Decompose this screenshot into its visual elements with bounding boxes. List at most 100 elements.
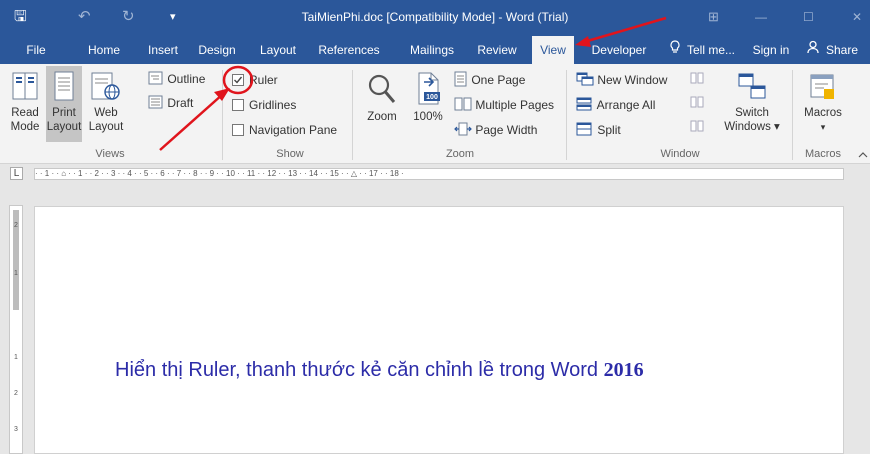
zoom-100-icon-text: 100	[426, 94, 438, 101]
group-label-views: Views	[95, 148, 125, 160]
vertical-ruler-number: 2	[14, 222, 18, 229]
minimize-icon[interactable]: —	[755, 8, 767, 26]
group-label-macros: Macros	[804, 148, 842, 160]
print-layout-label-2: Layout	[46, 121, 82, 133]
undo-icon[interactable]: ↶	[78, 8, 91, 26]
checkmark-icon	[234, 76, 243, 84]
split-icon	[576, 122, 592, 136]
outline-label: Outline	[167, 72, 206, 86]
outline-button[interactable]: Outline	[148, 70, 205, 88]
gridlines-checkbox[interactable]	[232, 99, 244, 111]
tell-me-search[interactable]: Tell me...	[682, 36, 740, 64]
group-separator	[566, 70, 567, 160]
redo-icon[interactable]: ↻	[122, 8, 135, 26]
print-layout-icon	[54, 71, 74, 101]
read-mode-button[interactable]: Read Mode	[8, 70, 42, 134]
macros-icon	[810, 74, 834, 99]
navigation-pane-checkbox[interactable]	[232, 124, 244, 136]
ruler-scale: · · 1 · · ⌂ · · 1 · · 2 · · 3 · · 4 · · …	[35, 169, 404, 178]
new-window-button[interactable]: New Window	[576, 71, 667, 89]
vertical-ruler-number: 3	[14, 426, 18, 433]
tab-developer[interactable]: Developer	[586, 36, 652, 64]
new-window-icon	[576, 72, 594, 86]
arrange-all-icon	[576, 97, 592, 111]
group-separator	[792, 70, 793, 160]
tab-references[interactable]: References	[314, 36, 384, 64]
multiple-pages-button[interactable]: Multiple Pages	[454, 96, 554, 114]
web-layout-button[interactable]: Web Layout	[86, 70, 126, 134]
navigation-pane-label[interactable]: Navigation Pane	[249, 121, 337, 139]
ruler-label[interactable]: Ruler	[249, 71, 278, 89]
vertical-ruler[interactable]: 2 1 1 2 3	[9, 205, 23, 454]
macros-dropdown-arrow-icon: ▾	[820, 122, 826, 132]
switch-windows-label-1: Switch	[735, 107, 769, 119]
group-label-show: Show	[276, 148, 304, 160]
web-layout-label-2: Layout	[88, 121, 124, 133]
zoom-100-button[interactable]: 100 100%	[408, 72, 448, 124]
share-button[interactable]: Share	[822, 36, 862, 64]
caption-text: Hiển thị Ruler, thanh thước kẻ căn chỉnh…	[115, 359, 604, 381]
ruler-checkbox[interactable]	[232, 74, 244, 86]
vertical-ruler-number: 2	[14, 390, 18, 397]
share-person-icon[interactable]	[806, 36, 822, 64]
read-mode-icon	[12, 72, 38, 100]
zoom-100-label: 100%	[413, 111, 443, 123]
vertical-scrollbar-track[interactable]	[855, 180, 870, 454]
tab-insert[interactable]: Insert	[140, 36, 186, 64]
switch-windows-button[interactable]: Switch Windows ▾	[722, 72, 782, 134]
collapse-ribbon-icon[interactable]	[858, 150, 868, 158]
arrange-all-button[interactable]: Arrange All	[576, 96, 655, 114]
web-layout-label-1: Web	[94, 107, 118, 119]
tab-selector[interactable]: L	[10, 167, 23, 180]
ruler-row: L · · 1 · · ⌂ · · 1 · · 2 · · 3 · · 4 · …	[0, 166, 870, 182]
tab-mailings[interactable]: Mailings	[404, 36, 460, 64]
gridlines-label[interactable]: Gridlines	[249, 96, 296, 114]
one-page-icon	[454, 71, 467, 87]
zoom-label: Zoom	[367, 111, 397, 123]
macros-button[interactable]: Macros ▾	[798, 72, 848, 134]
outline-icon	[148, 71, 163, 85]
print-layout-button[interactable]: Print Layout	[46, 66, 82, 142]
tab-view[interactable]: View	[532, 36, 574, 64]
vertical-ruler-number: 1	[14, 354, 18, 361]
draft-button[interactable]: Draft	[148, 94, 193, 112]
ribbon-display-options-icon[interactable]: ⊞	[708, 8, 719, 26]
synchronous-scrolling-icon[interactable]	[690, 96, 704, 108]
multiple-pages-label: Multiple Pages	[475, 98, 555, 112]
magnifier-icon	[368, 74, 396, 103]
zoom-button[interactable]: Zoom	[362, 72, 402, 124]
draft-label: Draft	[167, 96, 194, 110]
save-icon[interactable]: 🖫	[14, 8, 27, 26]
title-bar: 🖫 ↶ ↻ ▾ TaiMienPhi.doc [Compatibility Mo…	[0, 0, 870, 36]
tab-layout[interactable]: Layout	[254, 36, 302, 64]
tab-home[interactable]: Home	[80, 36, 128, 64]
reset-window-position-icon[interactable]	[690, 120, 704, 132]
caption-year: 2016	[603, 359, 644, 381]
group-label-window: Window	[660, 148, 700, 160]
web-layout-icon	[91, 72, 120, 100]
one-page-label: One Page	[471, 73, 526, 87]
close-icon[interactable]: ✕	[852, 8, 862, 26]
maximize-icon[interactable]: ☐	[803, 8, 814, 26]
zoom-100-icon: 100	[418, 72, 440, 105]
tab-file[interactable]: File	[18, 36, 54, 64]
group-separator	[222, 70, 223, 160]
new-window-label: New Window	[597, 73, 668, 87]
one-page-button[interactable]: One Page	[454, 71, 525, 89]
view-side-by-side-icon[interactable]	[690, 72, 704, 84]
macros-label: Macros	[804, 107, 842, 119]
page-width-button[interactable]: Page Width	[454, 121, 537, 139]
tab-design[interactable]: Design	[194, 36, 240, 64]
document-caption: Hiển thị Ruler, thanh thước kẻ căn chỉnh…	[115, 359, 644, 382]
group-separator	[352, 70, 353, 160]
document-page[interactable]: Hiển thị Ruler, thanh thước kẻ căn chỉnh…	[34, 206, 844, 454]
split-button[interactable]: Split	[576, 121, 621, 139]
customize-qat-icon[interactable]: ▾	[170, 8, 176, 26]
print-layout-label-1: Print	[52, 107, 76, 119]
sign-in-link[interactable]: Sign in	[746, 36, 796, 64]
horizontal-ruler[interactable]: · · 1 · · ⌂ · · 1 · · 2 · · 3 · · 4 · · …	[34, 168, 844, 180]
read-mode-label-1: Read	[11, 107, 39, 119]
arrange-all-label: Arrange All	[596, 98, 656, 112]
tab-review[interactable]: Review	[472, 36, 522, 64]
switch-windows-icon	[738, 73, 766, 99]
